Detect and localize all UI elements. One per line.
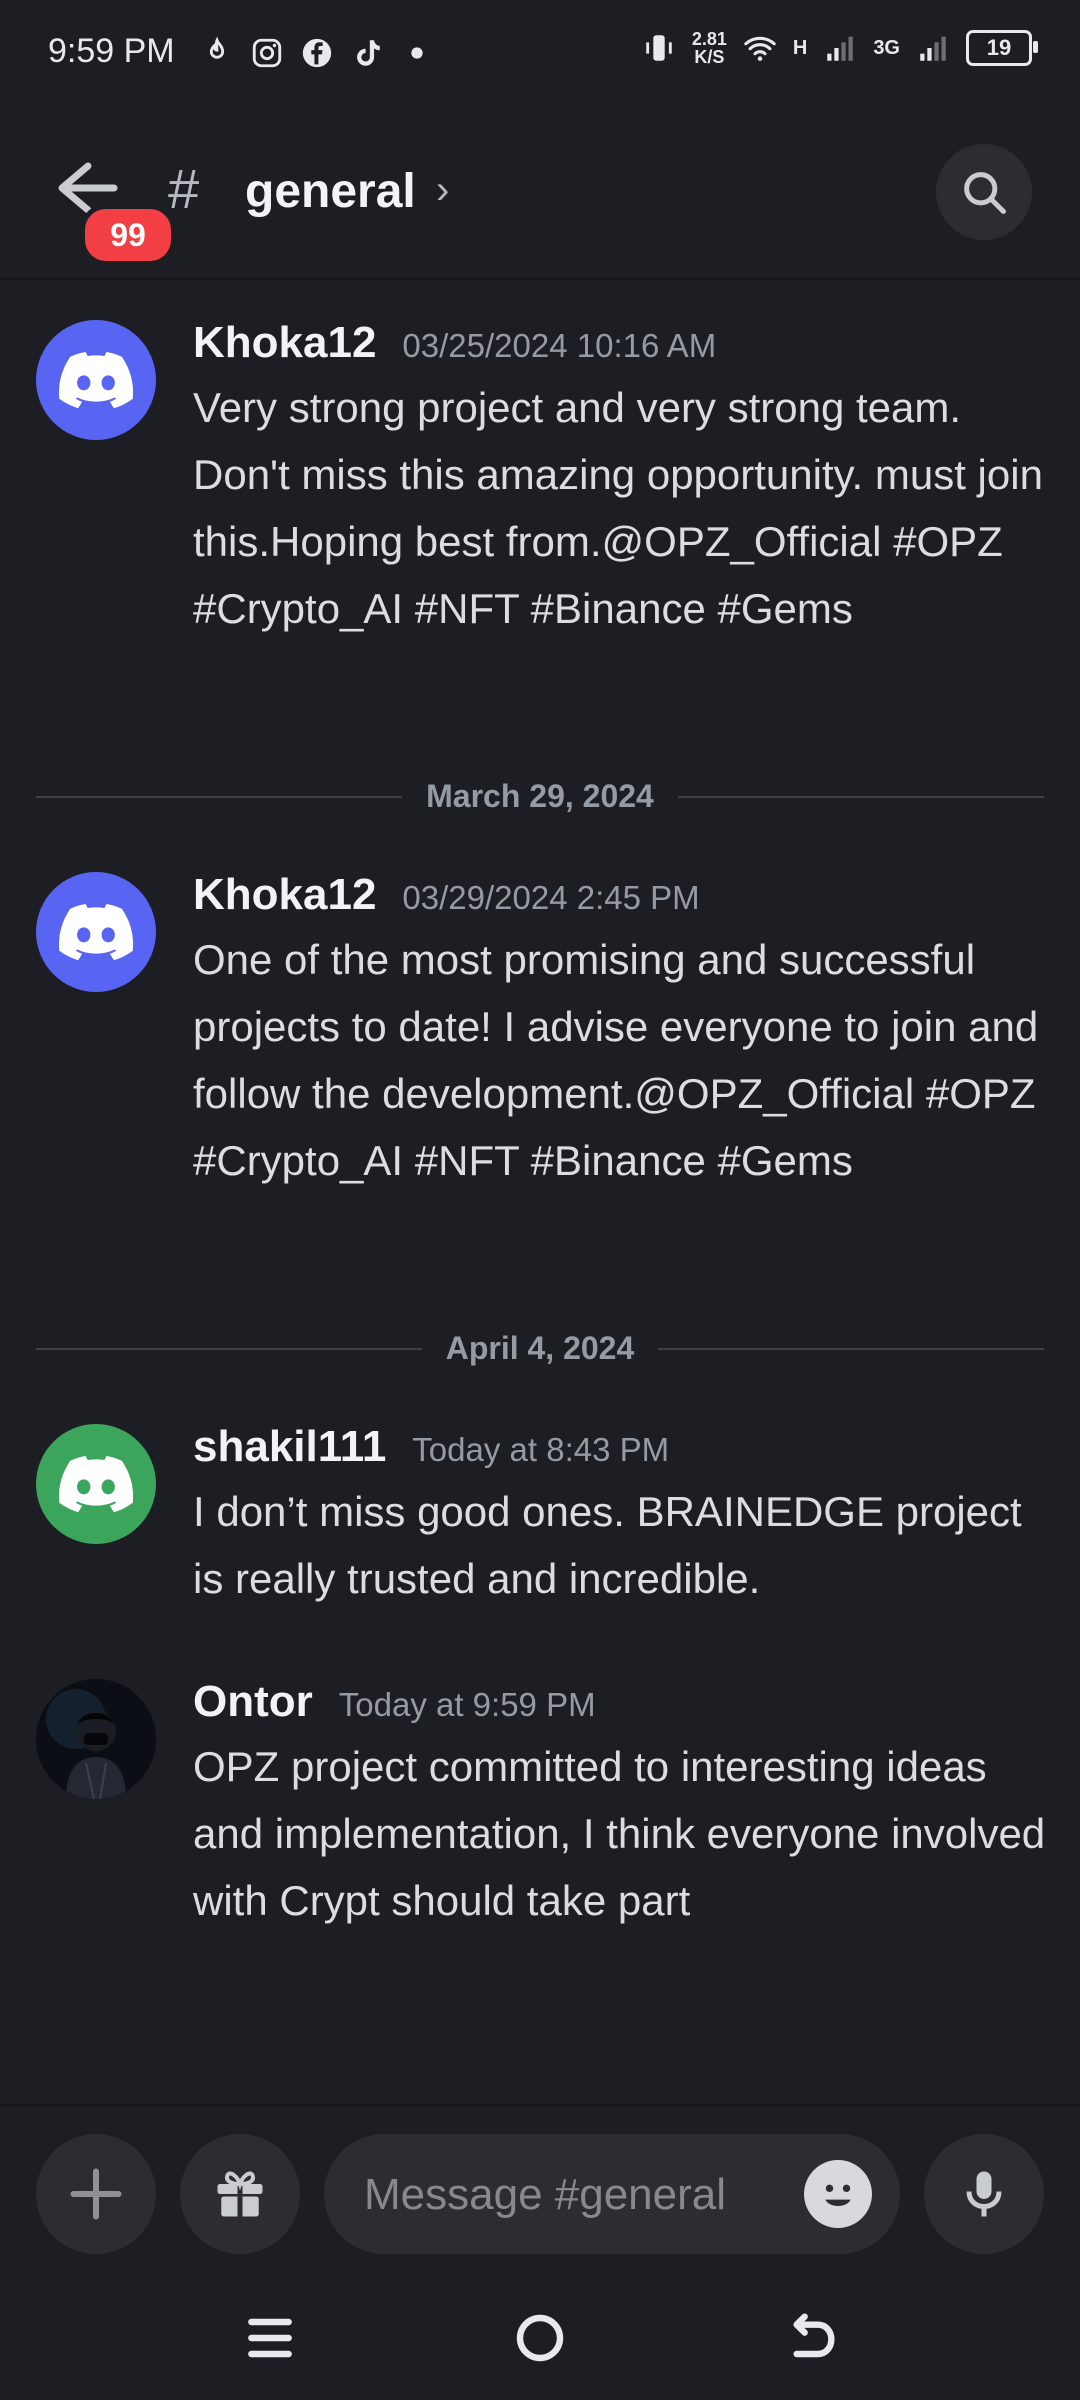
home-icon[interactable] — [508, 2306, 572, 2370]
fire-icon — [209, 36, 225, 59]
status-bar: 9:59 PM 2.81 K/S H 3G 19 — [0, 0, 1080, 108]
system-icons: 2.81 K/S H 3G 19 — [642, 30, 1038, 66]
message-header: shakil111 Today at 8:43 PM — [193, 1422, 669, 1472]
discord-logo-icon — [59, 1456, 133, 1512]
date-divider-label: March 29, 2024 — [402, 778, 678, 814]
username[interactable]: shakil111 — [193, 1422, 386, 1472]
timestamp: Today at 9:59 PM — [338, 1686, 596, 1723]
vibrate-icon — [646, 35, 672, 61]
battery-icon: 19 — [966, 30, 1038, 66]
timestamp: Today at 8:43 PM — [412, 1431, 670, 1468]
username[interactable]: Khoka12 — [193, 870, 376, 920]
timestamp: 03/25/2024 10:16 AM — [402, 327, 717, 364]
message-input-placeholder: Message #general — [364, 2170, 727, 2219]
add-attachment-button[interactable] — [36, 2134, 156, 2254]
message-input[interactable]: Message #general — [324, 2134, 900, 2254]
gift-icon — [217, 2171, 263, 2217]
message-header: Khoka12 03/29/2024 2:45 PM — [193, 870, 700, 920]
message-text: Very strong project and very strong team… — [193, 384, 1043, 632]
message-text: One of the most promising and successful… — [193, 936, 1039, 1184]
avatar[interactable] — [36, 1679, 156, 1799]
recent-apps-icon[interactable] — [238, 2306, 302, 2370]
user-photo — [36, 1679, 156, 1799]
date-divider: April 4, 2024 — [36, 1328, 1044, 1368]
signal-icon-2 — [920, 36, 946, 61]
signal-type-2: 3G — [873, 36, 900, 59]
date-divider-label: April 4, 2024 — [421, 1330, 659, 1366]
hash-icon: # — [168, 157, 200, 220]
gift-button[interactable] — [180, 2134, 300, 2254]
message-text: OPZ project committed to interesting ide… — [193, 1743, 1046, 1924]
date-divider: March 29, 2024 — [36, 776, 1044, 816]
signal-icon-1 — [827, 36, 854, 61]
channel-name[interactable]: general — [245, 164, 416, 219]
facebook-icon — [302, 38, 332, 68]
speed-value: 2.81 — [691, 29, 727, 49]
status-time: 9:59 PM — [48, 32, 175, 70]
network-speed: 2.81 K/S — [692, 30, 727, 66]
message-header: Khoka12 03/25/2024 10:16 AM — [193, 318, 716, 368]
emoji-button[interactable] — [804, 2160, 872, 2228]
avatar[interactable] — [36, 320, 156, 440]
search-button[interactable] — [936, 144, 1032, 240]
message-composer: Message #general — [0, 2106, 1080, 2276]
tiktok-icon — [357, 40, 380, 66]
voice-message-button[interactable] — [924, 2134, 1044, 2254]
unread-badge: 99 — [80, 204, 176, 266]
back-icon[interactable] — [778, 2306, 842, 2370]
microphone-icon — [966, 2171, 1002, 2217]
channel-header: 99 # general › — [0, 108, 1080, 278]
avatar[interactable] — [36, 1424, 156, 1544]
username[interactable]: Khoka12 — [193, 318, 376, 368]
username[interactable]: Ontor — [193, 1677, 313, 1727]
notification-icons — [200, 36, 434, 70]
avatar[interactable] — [36, 872, 156, 992]
timestamp: 03/29/2024 2:45 PM — [402, 879, 700, 916]
instagram-icon — [252, 38, 282, 68]
plus-icon — [70, 2168, 122, 2220]
discord-logo-icon — [59, 904, 133, 960]
discord-logo-icon — [59, 352, 133, 408]
search-icon — [964, 172, 1006, 214]
speed-unit: K/S — [694, 47, 725, 67]
message-text: I don’t miss good ones. BRAINEDGE projec… — [193, 1488, 1022, 1602]
more-dot-icon — [411, 47, 423, 59]
wifi-icon — [744, 36, 776, 61]
system-navigation-bar — [0, 2276, 1080, 2400]
message-header: Ontor Today at 9:59 PM — [193, 1677, 596, 1727]
signal-type-1: H — [792, 36, 808, 59]
smiley-icon — [825, 2184, 851, 2207]
chevron-right-icon[interactable]: › — [436, 168, 449, 213]
battery-level: 19 — [986, 35, 1012, 60]
header-divider — [0, 278, 1080, 280]
